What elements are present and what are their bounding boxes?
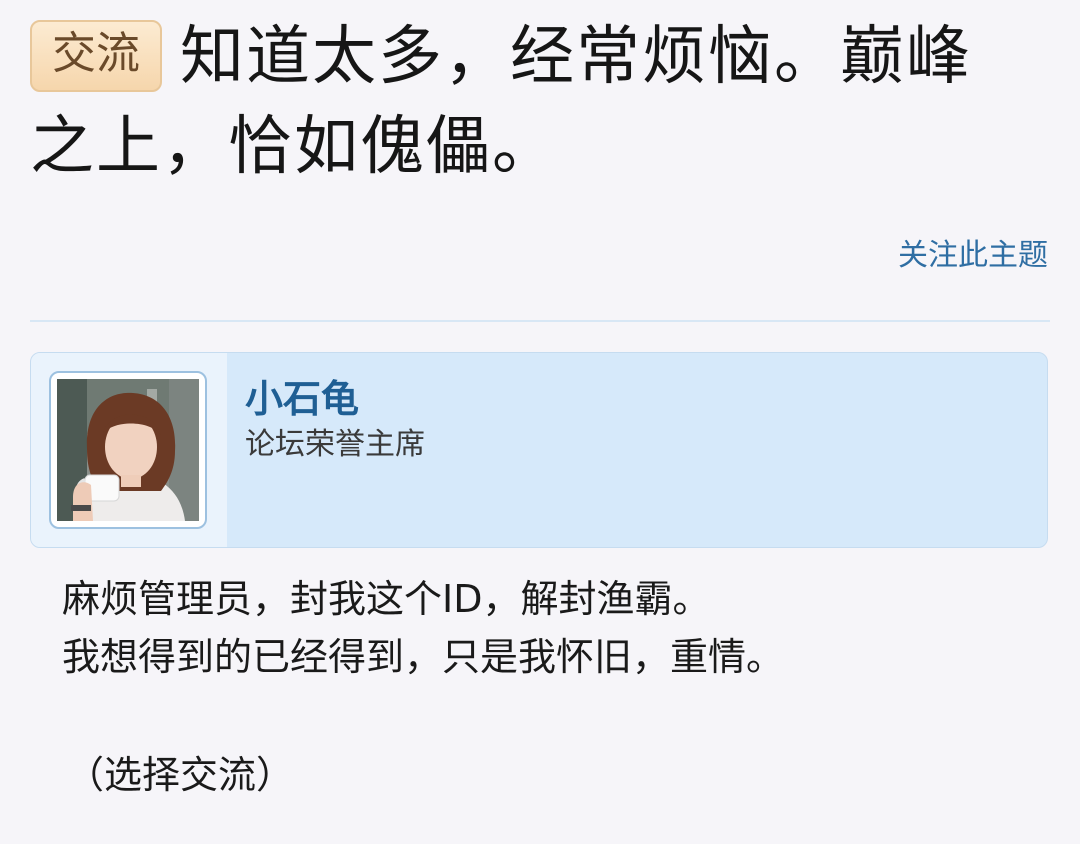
thread-title: 交流 知道太多，经常烦恼。巅峰之上，恰如傀儡。 [30,12,1030,192]
author-name[interactable]: 小石龟 [245,375,359,423]
post-line: 我想得到的已经得到，只是我怀旧，重情。 [62,635,785,679]
avatar-pane [31,353,227,547]
thread-category-tag[interactable]: 交流 [30,20,162,92]
author-card: 小石龟 论坛荣誉主席 [30,352,1048,548]
author-rank: 论坛荣誉主席 [245,427,425,462]
post-body: 麻烦管理员，封我这个ID，解封渔霸。 我想得到的已经得到，只是我怀旧，重情。 （… [62,570,1022,804]
user-photo-avatar-icon [57,379,199,521]
post-line: 麻烦管理员，封我这个ID，解封渔霸。 [62,577,711,621]
follow-thread-link[interactable]: 关注此主题 [898,236,1048,276]
thread-title-text: 知道太多，经常烦恼。巅峰之上，恰如傀儡。 [30,20,972,184]
post-footnote: （选择交流） [66,753,295,797]
divider [30,320,1050,322]
avatar[interactable] [49,371,207,529]
